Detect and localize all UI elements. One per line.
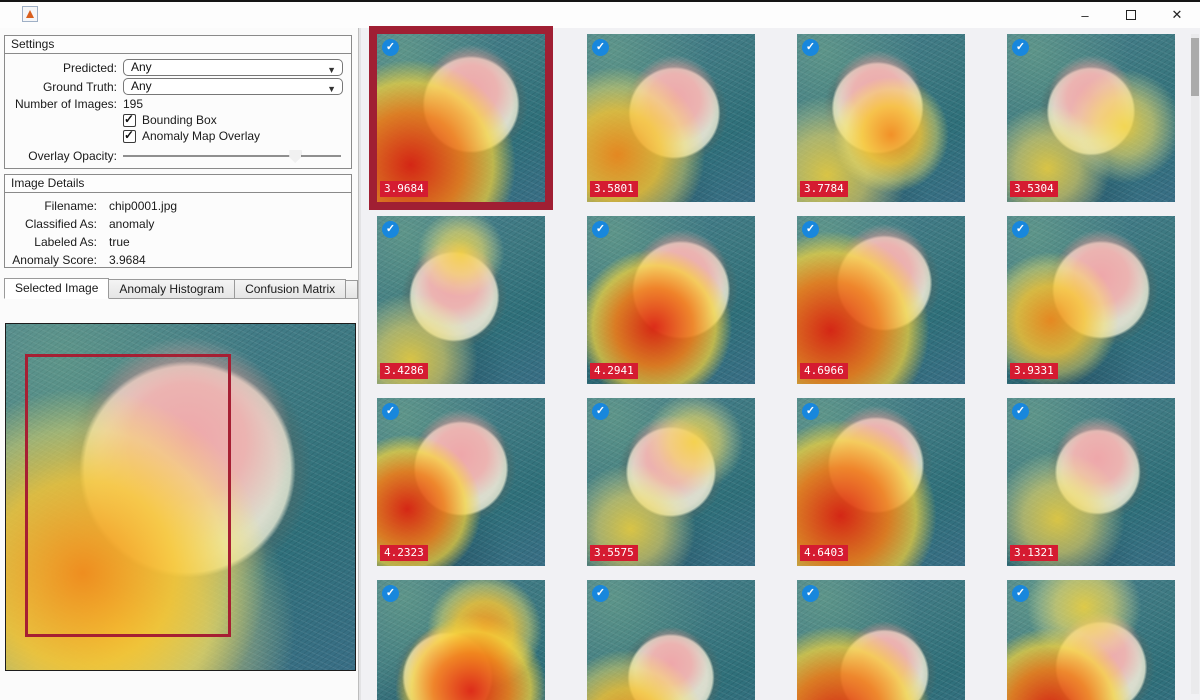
ground-truth-label: Ground Truth: xyxy=(5,80,117,94)
checked-badge-icon[interactable]: ✓ xyxy=(1012,403,1029,420)
thumbnail-2[interactable]: ✓ 3.5801 xyxy=(587,34,755,202)
num-images-value: 195 xyxy=(123,97,143,111)
overlay-opacity-label: Overlay Opacity: xyxy=(5,149,117,163)
slider-track xyxy=(123,155,341,157)
thumbnail-3[interactable]: ✓ 3.7784 xyxy=(797,34,965,202)
filename-value: chip0001.jpg xyxy=(109,199,177,213)
checked-badge-icon[interactable]: ✓ xyxy=(802,39,819,56)
slider-thumb[interactable] xyxy=(289,150,301,163)
checked-badge-icon[interactable]: ✓ xyxy=(1012,39,1029,56)
thumbnail-15[interactable]: ✓ xyxy=(797,580,965,700)
checked-badge-icon[interactable]: ✓ xyxy=(382,403,399,420)
thumbnail-4[interactable]: ✓ 3.5304 xyxy=(1007,34,1175,202)
vertical-scrollbar[interactable] xyxy=(1191,34,1199,694)
scrollbar-thumb[interactable] xyxy=(1191,38,1199,96)
classified-as-value: anomaly xyxy=(109,217,154,231)
thumbnail-16[interactable]: ✓ xyxy=(1007,580,1175,700)
thumbnail-anomaly-score: 4.2323 xyxy=(380,545,428,561)
tab-confusion-matrix[interactable]: Confusion Matrix xyxy=(235,279,346,299)
classified-as-label: Classified As: xyxy=(5,217,97,231)
checkmark-icon: ✓ xyxy=(124,128,134,142)
minimize-button[interactable]: – xyxy=(1062,2,1108,28)
matlab-app-icon xyxy=(22,6,38,22)
thumbnail-anomaly-score: 3.9331 xyxy=(1010,363,1058,379)
tab-strip-stub xyxy=(346,280,358,299)
tab-bar: Selected Image Anomaly Histogram Confusi… xyxy=(4,278,358,299)
ground-truth-dropdown-value: Any xyxy=(131,79,152,93)
checked-badge-icon[interactable]: ✓ xyxy=(802,221,819,238)
settings-panel: Settings Predicted: Any ▼ Ground Truth: … xyxy=(4,35,352,169)
thumbnail-anomaly-score: 3.1321 xyxy=(1010,545,1058,561)
thumbnail-11[interactable]: ✓ 4.6403 xyxy=(797,398,965,566)
thumbnail-anomaly-score: 3.4286 xyxy=(380,363,428,379)
thumbnail-anomaly-score: 3.7784 xyxy=(800,181,848,197)
top-edge-artifact xyxy=(0,0,1200,2)
ground-truth-dropdown[interactable]: Any ▼ xyxy=(123,78,343,95)
checkmark-icon: ✓ xyxy=(124,112,134,126)
chevron-down-icon: ▼ xyxy=(327,82,336,97)
image-details-panel: Image Details Filename: chip0001.jpg Clas… xyxy=(4,174,352,268)
overlay-opacity-slider[interactable] xyxy=(123,148,341,164)
checked-badge-icon[interactable]: ✓ xyxy=(592,403,609,420)
thumbnail-1[interactable]: ✓ 3.9684 xyxy=(377,34,545,202)
num-images-label: Number of Images: xyxy=(5,97,117,111)
checked-badge-icon[interactable]: ✓ xyxy=(592,221,609,238)
titlebar: – ✕ xyxy=(0,2,1200,28)
chevron-down-icon: ▼ xyxy=(327,63,336,78)
maximize-button[interactable] xyxy=(1108,2,1154,28)
checked-badge-icon[interactable]: ✓ xyxy=(802,403,819,420)
tab-selected-image[interactable]: Selected Image xyxy=(4,278,109,299)
checked-badge-icon[interactable]: ✓ xyxy=(382,221,399,238)
thumbnail-6[interactable]: ✓ 4.2941 xyxy=(587,216,755,384)
bounding-box-checkbox[interactable]: ✓ xyxy=(123,114,136,127)
thumbnail-anomaly-score: 4.6966 xyxy=(800,363,848,379)
filename-label: Filename: xyxy=(5,199,97,213)
left-panel: Settings Predicted: Any ▼ Ground Truth: … xyxy=(0,28,358,700)
settings-panel-title: Settings xyxy=(5,36,351,54)
labeled-as-label: Labeled As: xyxy=(5,235,97,249)
checked-badge-icon[interactable]: ✓ xyxy=(1012,221,1029,238)
thumbnail-7[interactable]: ✓ 4.6966 xyxy=(797,216,965,384)
predicted-dropdown[interactable]: Any ▼ xyxy=(123,59,343,76)
image-details-title: Image Details xyxy=(5,175,351,193)
matlab-logo-icon xyxy=(26,10,34,18)
bounding-box-checkbox-label: Bounding Box xyxy=(142,113,217,127)
maximize-icon xyxy=(1126,10,1136,20)
thumbnail-grid: ✓ 3.9684 ✓ 3.5801 ✓ 3.7784 ✓ 3.5304 ✓ 3.4286 ✓ 4.29… xyxy=(377,34,1175,700)
thumbnail-14[interactable]: ✓ xyxy=(587,580,755,700)
checked-badge-icon[interactable]: ✓ xyxy=(802,585,819,602)
checked-badge-icon[interactable]: ✓ xyxy=(382,39,399,56)
predicted-dropdown-value: Any xyxy=(131,60,152,74)
thumbnail-anomaly-score: 4.6403 xyxy=(800,545,848,561)
checked-badge-icon[interactable]: ✓ xyxy=(1012,585,1029,602)
thumbnail-5[interactable]: ✓ 3.4286 xyxy=(377,216,545,384)
anomaly-score-label: Anomaly Score: xyxy=(5,253,97,267)
thumbnail-anomaly-score: 3.5801 xyxy=(590,181,638,197)
thumbnail-8[interactable]: ✓ 3.9331 xyxy=(1007,216,1175,384)
close-button[interactable]: ✕ xyxy=(1154,2,1200,28)
thumbnail-anomaly-score: 3.9684 xyxy=(380,181,428,197)
predicted-label: Predicted: xyxy=(5,61,117,75)
app-window: – ✕ Settings Predicted: Any ▼ Ground Tru… xyxy=(0,0,1200,700)
close-icon: ✕ xyxy=(1172,7,1183,23)
anomaly-score-value: 3.9684 xyxy=(109,253,146,267)
anomaly-map-overlay-checkbox[interactable]: ✓ xyxy=(123,130,136,143)
tab-anomaly-histogram[interactable]: Anomaly Histogram xyxy=(109,279,235,299)
selected-image-preview xyxy=(5,323,356,671)
thumbnail-13[interactable]: ✓ xyxy=(377,580,545,700)
minimize-icon: – xyxy=(1081,8,1088,23)
thumbnail-10[interactable]: ✓ 3.5575 xyxy=(587,398,755,566)
anomaly-map-overlay-checkbox-label: Anomaly Map Overlay xyxy=(142,129,260,143)
checked-badge-icon[interactable]: ✓ xyxy=(592,39,609,56)
thumbnail-anomaly-score: 3.5304 xyxy=(1010,181,1058,197)
thumbnail-9[interactable]: ✓ 4.2323 xyxy=(377,398,545,566)
checked-badge-icon[interactable]: ✓ xyxy=(382,585,399,602)
thumbnail-12[interactable]: ✓ 3.1321 xyxy=(1007,398,1175,566)
anomaly-bounding-box xyxy=(25,354,231,638)
thumbnail-anomaly-score: 3.5575 xyxy=(590,545,638,561)
thumbnail-anomaly-score: 4.2941 xyxy=(590,363,638,379)
thumbnail-grid-area: ✓ 3.9684 ✓ 3.5801 ✓ 3.7784 ✓ 3.5304 ✓ 3.4286 ✓ 4.29… xyxy=(361,28,1200,700)
labeled-as-value: true xyxy=(109,235,130,249)
checked-badge-icon[interactable]: ✓ xyxy=(592,585,609,602)
